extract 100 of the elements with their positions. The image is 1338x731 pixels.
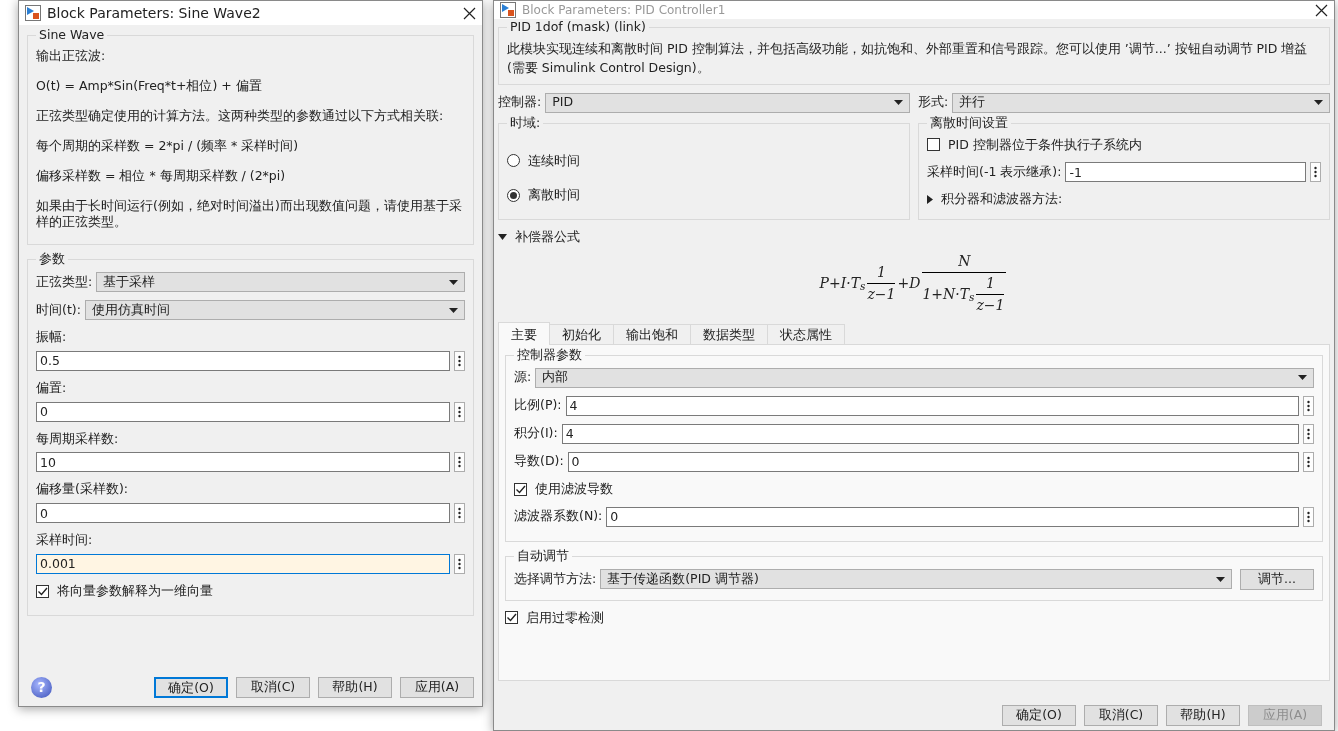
window-title: Block Parameters: PID Controller1 — [522, 2, 726, 19]
checkbox[interactable] — [36, 584, 49, 598]
input-field[interactable]: 0 — [606, 506, 1299, 527]
vertical-dots-icon — [458, 557, 461, 570]
more-options-button[interactable] — [454, 401, 465, 422]
dialog-button[interactable]: 取消(C) — [236, 677, 310, 698]
description-text: O(t) = Amp*Sin(Freq*t+相位) + 偏置 — [36, 78, 263, 94]
caret-icon — [1216, 576, 1225, 582]
dropdown[interactable]: 并行 — [952, 92, 1330, 113]
field-label: 采样时间(-1 表示继承): — [927, 162, 1062, 181]
caret-icon — [1314, 100, 1323, 105]
description-text: 如果由于长时间运行(例如，绝对时间溢出)而出现数值问题，请使用基于采样的正弦类型。 — [36, 198, 463, 230]
section-label[interactable]: 补偿器公式 — [515, 228, 580, 247]
more-options-button[interactable] — [1303, 423, 1314, 444]
caret-icon — [894, 100, 903, 105]
radio-button[interactable] — [507, 154, 520, 168]
input-field[interactable]: 0.001 — [36, 553, 450, 574]
tab[interactable]: 主要 — [498, 321, 550, 345]
field-label: 偏置: — [36, 378, 68, 397]
dialog-button[interactable]: 确定(O) — [154, 677, 228, 698]
vertical-dots-icon — [1314, 166, 1317, 179]
checkbox-label[interactable]: PID 控制器位于条件执行子系统内 — [948, 135, 1142, 155]
vertical-dots-icon — [458, 456, 461, 469]
field-label: 形式: — [918, 93, 949, 112]
field-label: 振幅: — [36, 328, 68, 346]
tune-button[interactable]: 调节... — [1240, 568, 1314, 590]
tab[interactable]: 初始化 — [549, 323, 614, 344]
group-title: 控制器参数 — [514, 346, 585, 363]
checkbox[interactable] — [505, 611, 518, 625]
checkbox-label[interactable]: 将向量参数解释为一维向量 — [57, 581, 213, 601]
tab[interactable]: 状态属性 — [767, 323, 845, 344]
input-field[interactable]: -1 — [1065, 162, 1306, 183]
field-label: 正弦类型: — [36, 272, 93, 291]
caret-icon — [1298, 375, 1307, 381]
field-label: 每周期采样数: — [36, 429, 120, 448]
vertical-dots-icon — [1307, 455, 1310, 468]
dialog-button[interactable]: 取消(C) — [1084, 705, 1158, 726]
vertical-dots-icon — [1307, 399, 1310, 412]
more-options-button[interactable] — [1303, 506, 1314, 527]
field-label: 采样时间: — [36, 531, 94, 549]
radio-label[interactable]: 离散时间 — [528, 186, 580, 205]
more-options-button[interactable] — [1310, 162, 1321, 183]
field-label: 源: — [514, 368, 532, 387]
field-label: 选择调节方法: — [514, 569, 597, 588]
radio-label[interactable]: 连续时间 — [528, 151, 580, 171]
field-label: 积分(I): — [514, 424, 558, 443]
dropdown[interactable]: 基于传递函数(PID 调节器) — [600, 569, 1232, 589]
vertical-dots-icon — [458, 354, 461, 367]
description-text: 正弦类型确定使用的计算方法。这两种类型的参数通过以下方式相关联: — [36, 108, 445, 124]
more-options-button[interactable] — [454, 350, 465, 371]
field-label: 导数(D): — [514, 452, 564, 471]
vertical-dots-icon — [1307, 510, 1310, 523]
more-options-button[interactable] — [454, 452, 465, 473]
checkbox-label[interactable]: 使用滤波导数 — [535, 479, 613, 499]
tab[interactable]: 输出饱和 — [613, 323, 691, 344]
dropdown[interactable]: 内部 — [535, 367, 1314, 388]
tab[interactable]: 数据类型 — [690, 323, 768, 344]
input-field[interactable]: 10 — [36, 452, 450, 473]
more-options-button[interactable] — [1303, 395, 1314, 416]
more-options-button[interactable] — [1303, 451, 1314, 472]
input-field[interactable]: 0 — [36, 503, 450, 523]
close-button[interactable] — [463, 6, 476, 20]
field-label: 滤波器系数(N): — [514, 507, 603, 526]
close-button[interactable] — [1315, 3, 1328, 17]
field-label: 比例(P): — [514, 396, 562, 415]
dialog-button[interactable]: 确定(O) — [1002, 705, 1076, 726]
description-text: 输出正弦波: — [36, 48, 107, 64]
field-label: 控制器: — [498, 93, 542, 112]
block-icon — [25, 5, 41, 21]
input-field[interactable]: 0 — [36, 401, 450, 422]
radio-button[interactable] — [507, 189, 520, 203]
more-options-button[interactable] — [454, 503, 465, 523]
checkbox[interactable] — [514, 482, 527, 496]
window-title: Block Parameters: Sine Wave2 — [47, 3, 261, 23]
field-label: 偏移量(采样数): — [36, 480, 129, 499]
description-text: 偏移采样数 = 相位 * 每周期采样数 / (2*pi) — [36, 168, 287, 184]
field-label: 时间(t): — [36, 300, 81, 319]
group-title: 时域: — [507, 114, 544, 131]
section-label[interactable]: 积分器和滤波器方法: — [941, 190, 1063, 209]
input-field[interactable]: 0 — [567, 451, 1299, 472]
checkbox-label[interactable]: 启用过零检测 — [526, 608, 604, 628]
description-text: 每个周期的采样数 = 2*pi / (频率 * 采样时间) — [36, 138, 300, 154]
group-title: PID 1dof (mask) (link) — [507, 19, 649, 35]
vertical-dots-icon — [458, 405, 461, 418]
checkbox[interactable] — [927, 138, 940, 152]
more-options-button[interactable] — [454, 553, 465, 574]
group-title: 参数 — [36, 251, 68, 267]
input-field[interactable]: 4 — [565, 395, 1299, 416]
dialog-button[interactable]: 帮助(H) — [1166, 705, 1240, 726]
input-field[interactable]: 4 — [561, 423, 1299, 444]
input-field[interactable]: 0.5 — [36, 350, 450, 371]
caret-icon — [449, 307, 458, 313]
dialog-button[interactable]: 应用(A) — [400, 677, 474, 698]
dropdown[interactable]: 基于采样 — [96, 272, 465, 292]
dialog-button[interactable]: 帮助(H) — [318, 677, 392, 698]
dropdown[interactable]: 使用仿真时间 — [84, 300, 465, 320]
caret-icon — [449, 279, 458, 285]
dropdown[interactable]: PID — [545, 92, 910, 113]
vertical-dots-icon — [458, 507, 461, 519]
group-title: 离散时间设置 — [927, 114, 1011, 131]
